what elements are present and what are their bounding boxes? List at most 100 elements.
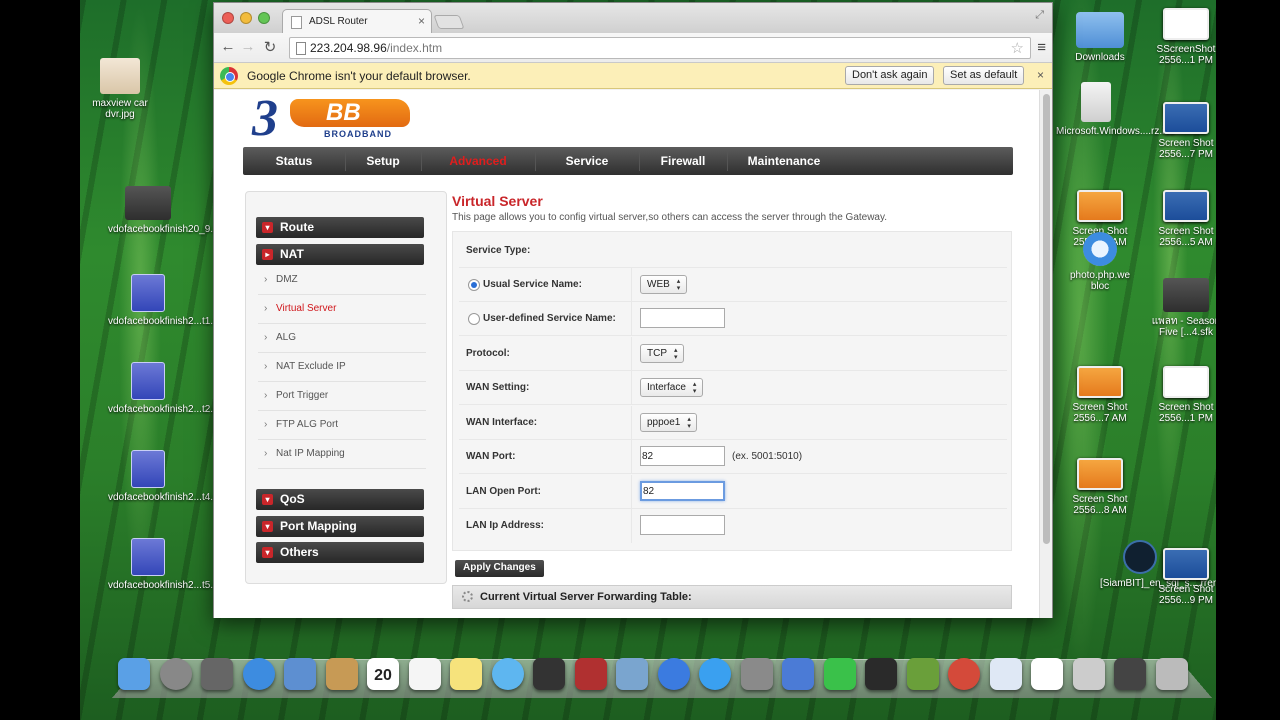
dock-documents-stack-icon[interactable]	[1114, 658, 1146, 690]
dont-ask-again-button[interactable]: Don't ask again	[845, 66, 935, 85]
dock-reminders-icon[interactable]	[408, 658, 441, 690]
desktop-icon-0[interactable]: maxview car dvr.jpg	[80, 58, 160, 120]
sidebar-item-nat-ip-mapping[interactable]: Nat IP Mapping	[258, 440, 426, 469]
usual-service-select[interactable]: WEB	[640, 275, 687, 294]
dock-activity-monitor-icon[interactable]	[865, 658, 897, 690]
wan-setting-select[interactable]: Interface	[640, 378, 703, 397]
desktop-icon-right-11[interactable]: Screen Shot 2556...1 PM	[1146, 366, 1216, 424]
dock-launchpad-icon[interactable]	[159, 658, 192, 690]
page-scrollbar[interactable]	[1039, 90, 1052, 618]
desktop-icon-right-12[interactable]: Screen Shot 2556...9 PM	[1146, 548, 1216, 606]
dock-photo-booth-icon[interactable]	[574, 658, 607, 690]
desktop-icon-5[interactable]: vdofacebookfinish2...t5.rar	[108, 538, 225, 591]
close-infobar-icon[interactable]: ×	[1037, 68, 1044, 82]
desktop-icon-right-5[interactable]: Screen Shot 2556...8 AM	[1060, 458, 1140, 516]
file-icon	[1163, 278, 1209, 312]
dock-downloads-stack-icon[interactable]	[1072, 658, 1105, 690]
desktop-icon-right-3[interactable]: photo.php.we bloc	[1060, 232, 1140, 292]
nav-setup[interactable]: Setup	[345, 147, 421, 175]
wan-port-input[interactable]	[640, 446, 725, 466]
sidebar-group-others[interactable]: ▾ Others	[256, 542, 424, 563]
sidebar-item-virtual-server[interactable]: Virtual Server	[258, 295, 426, 324]
forwarding-table-header: Current Virtual Server Forwarding Table:	[452, 585, 1012, 609]
dock-activity-icon[interactable]	[201, 658, 233, 690]
dock-system-preferences-icon[interactable]	[740, 658, 773, 690]
zoom-window-button[interactable]	[258, 12, 270, 24]
minimize-window-button[interactable]	[240, 12, 252, 24]
sidebar-item-alg[interactable]: ALG	[258, 324, 426, 353]
sidebar-item-ftp-alg-port[interactable]: FTP ALG Port	[258, 411, 426, 440]
dock-facetime-icon[interactable]	[533, 658, 565, 690]
back-icon[interactable]: ←	[219, 38, 237, 55]
desktop-icon-4[interactable]: vdofacebookfinish2...t4.rar	[108, 450, 225, 503]
scrollbar-thumb[interactable]	[1043, 94, 1050, 544]
dock-stickies-icon[interactable]	[450, 658, 482, 690]
desktop-icon-2[interactable]: vdofacebookfinish2...t1.rar	[108, 274, 225, 327]
sidebar-group-port-mapping[interactable]: ▾ Port Mapping	[256, 516, 424, 537]
file-icon	[100, 58, 140, 94]
wan-interface-row: WAN Interface: pppoe1	[459, 406, 1007, 440]
dock-chrome-icon[interactable]	[948, 658, 980, 690]
sidebar-item-dmz[interactable]: DMZ	[258, 266, 426, 295]
user-defined-radio[interactable]	[468, 313, 480, 325]
sidebar-item-port-trigger[interactable]: Port Trigger	[258, 382, 426, 411]
dock-itunes-icon[interactable]	[657, 658, 690, 690]
bookmark-star-icon[interactable]: ☆	[1011, 39, 1024, 57]
dock-app-store-icon[interactable]	[699, 658, 731, 690]
protocol-row: Protocol: TCP	[459, 337, 1007, 371]
desktop-icon-right-0[interactable]: Downloads	[1060, 12, 1140, 63]
dock-iphoto-icon[interactable]	[616, 658, 648, 690]
collapse-arrow-icon: ▾	[262, 521, 273, 532]
user-defined-service-input[interactable]	[640, 308, 725, 328]
fullscreen-icon[interactable]: ⤢	[1035, 9, 1044, 22]
usual-service-radio[interactable]	[468, 279, 480, 291]
nav-maintenance[interactable]: Maintenance	[727, 147, 841, 175]
dock-screen-sharing-icon[interactable]	[782, 658, 814, 690]
lan-open-port-input[interactable]	[640, 481, 725, 501]
desktop-icon-1[interactable]: vdofacebookfinish20_9.z05	[108, 186, 229, 235]
desktop-icon-3[interactable]: vdofacebookfinish2...t2.rar	[108, 362, 225, 415]
nav-service[interactable]: Service	[535, 147, 639, 175]
desktop-icon-right-10[interactable]: แพลท - Season Five [...4.sfk	[1146, 278, 1216, 338]
dock-preview-icon[interactable]	[284, 658, 316, 690]
close-tab-icon[interactable]: ×	[418, 14, 425, 28]
desktop-icon-right-4[interactable]: Screen Shot 2556...7 AM	[1060, 366, 1140, 424]
address-bar[interactable]: 223.204.98.96/index.htm ☆	[289, 37, 1031, 59]
sidebar-item-nat-exclude-ip[interactable]: NAT Exclude IP	[258, 353, 426, 382]
desktop-icon-right-9[interactable]: Screen Shot 2556...5 AM	[1146, 190, 1216, 248]
file-icon	[1081, 82, 1111, 122]
set-as-default-button[interactable]: Set as default	[943, 66, 1025, 85]
tab-adsl-router[interactable]: ADSL Router ×	[282, 9, 432, 33]
dock-trash-icon[interactable]	[1155, 658, 1188, 690]
sidebar-group-nat[interactable]: ▸ NAT	[256, 244, 424, 265]
desktop-icon-right-1[interactable]: Microsoft.Windows....rz.iso	[1056, 82, 1175, 137]
dock-safari-icon[interactable]	[242, 658, 275, 690]
desktop-icon-right-8[interactable]: Screen Shot 2556...7 PM	[1146, 102, 1216, 160]
forward-icon[interactable]: →	[239, 38, 257, 55]
dock-line-icon[interactable]	[823, 658, 856, 690]
dock-preview-doc-icon[interactable]	[989, 658, 1022, 690]
lan-ip-address-input[interactable]	[640, 515, 725, 535]
wan-interface-select[interactable]: pppoe1	[640, 413, 698, 432]
dock-document-icon[interactable]	[1031, 658, 1063, 690]
protocol-select[interactable]: TCP	[640, 344, 684, 363]
dock-contacts-icon[interactable]	[325, 658, 358, 690]
dock-messages-icon[interactable]	[491, 658, 524, 690]
chrome-menu-icon[interactable]: ≡	[1037, 39, 1046, 56]
browser-toolbar: ← → ↻ 223.204.98.96/index.htm ☆ ≡	[214, 33, 1052, 63]
desktop-icon-right-7[interactable]: SScreenShot 2556...1 PM	[1146, 8, 1216, 66]
nav-firewall[interactable]: Firewall	[639, 147, 727, 175]
service-type-row: Service Type:	[459, 234, 1007, 268]
sidebar-group-qos[interactable]: ▾ QoS	[256, 489, 424, 510]
new-tab-button[interactable]	[433, 15, 465, 29]
nav-advanced[interactable]: Advanced	[421, 147, 535, 175]
reload-icon[interactable]: ↻	[261, 38, 279, 56]
dock-xcode-icon[interactable]	[906, 658, 939, 690]
sidebar-group-route[interactable]: ▾ Route	[256, 217, 424, 238]
main-nav: Status Setup Advanced Service Firewall Mainte…	[243, 147, 1013, 175]
dock-calendar-icon[interactable]: 20	[367, 658, 399, 690]
apply-changes-button[interactable]: Apply Changes	[455, 560, 544, 577]
nav-status[interactable]: Status	[243, 147, 345, 175]
dock-finder-icon[interactable]	[118, 658, 150, 690]
close-window-button[interactable]	[222, 12, 234, 24]
